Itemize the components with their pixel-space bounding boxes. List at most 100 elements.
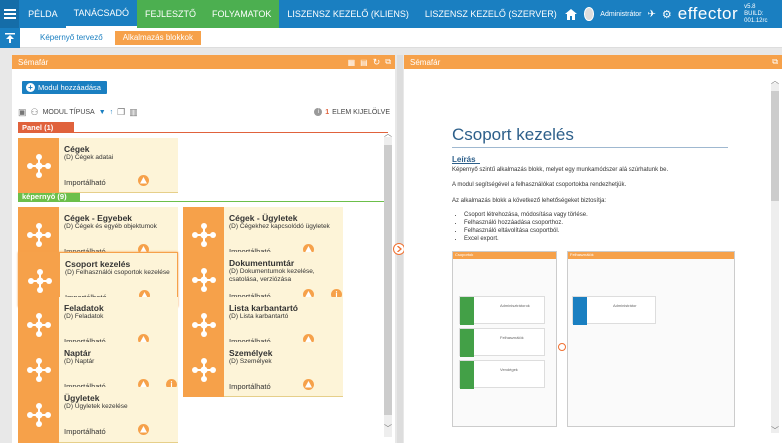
logo: effector [677, 4, 739, 23]
card-status: Importálható [64, 427, 106, 436]
list-item: Excel export. [464, 235, 588, 243]
home-icon[interactable] [565, 5, 578, 23]
card-status: Importálható [64, 178, 106, 187]
card-subtitle: (D) Cégek és egyéb objektumok [64, 223, 157, 230]
card-subtitle: (D) Cégek adatai [64, 154, 114, 161]
preview-header: Felhasználók [568, 252, 734, 259]
pin-icon[interactable]: ✈ [648, 9, 656, 20]
nav-liszensz-kliens[interactable]: LISZENSZ KEZELŐ (KLIENS) [279, 0, 417, 28]
doc-paragraph: Az alkalmazás blokk a következő lehetősé… [452, 198, 607, 204]
preview-users-pane: Felhasználók Administrátor [567, 251, 735, 427]
preview-group-card: Adminisztrátorok [459, 296, 545, 325]
divider [18, 201, 388, 202]
tree-icon[interactable]: ▣ [18, 107, 27, 118]
warning-icon[interactable] [138, 175, 149, 186]
preview-groups-pane: Csoportok Adminisztrátorok Felhasználók … [452, 251, 557, 427]
table-view-icon[interactable]: ▤ [360, 58, 368, 67]
card-title: Naptár [64, 348, 91, 358]
scroll-down-icon[interactable]: ﹀ [771, 425, 779, 436]
list-item: Felhasználó eltávolítása csoportból. [464, 227, 588, 235]
card-subtitle: (D) Cégekhez kapcsolódó ügyletek [229, 223, 330, 230]
preview-group-label: Adminisztrátorok [500, 303, 530, 308]
warning-icon[interactable] [303, 379, 314, 390]
list-item: Felhasználó hozzáadása csoporthoz. [464, 219, 588, 227]
module-card-ugyletek[interactable]: Ügyletek (D) Ügyletek kezelése Importálh… [18, 387, 178, 443]
copy-icon[interactable]: ❐ [117, 107, 125, 118]
preview-header: Csoportok [453, 252, 556, 259]
warning-icon[interactable] [138, 424, 149, 435]
preview-group-card: Vendégek [459, 360, 545, 389]
right-panel: Sémafár ⧉ Csoport kezelés Leírás Képerny… [404, 55, 782, 443]
chevron-down-icon[interactable]: ▼ [99, 109, 106, 116]
card-subtitle: (D) Személyek [229, 358, 272, 365]
scrollbar-thumb[interactable] [384, 145, 392, 415]
add-module-button[interactable]: + Modul hozzáadása [22, 81, 107, 94]
gear-icon[interactable]: ⚙ [662, 8, 672, 21]
nav-folyamatok[interactable]: FOLYAMATOK [204, 0, 280, 28]
tab-kepernyo-tervezo[interactable]: Képernyő tervező [32, 33, 111, 42]
doc-title: Csoport kezelés [452, 125, 574, 144]
card-title: Feladatok [64, 303, 104, 313]
nav-pelda[interactable]: PÉLDA [19, 0, 66, 28]
grid-view-icon[interactable]: ▦ [348, 58, 356, 67]
scrollbar-thumb[interactable] [771, 91, 779, 201]
card-title: Lista karbantartó [229, 303, 298, 313]
scroll-down-icon[interactable]: ﹀ [384, 423, 392, 434]
card-title: Cégek - Ügyletek [229, 213, 298, 223]
external-link-icon[interactable]: ⧉ [772, 57, 778, 67]
group-icon[interactable]: ⚇ [31, 107, 39, 118]
user-name[interactable]: Administrátor [600, 11, 641, 18]
card-subtitle: (D) Naptár [64, 358, 95, 365]
nav-tanacsado[interactable]: TANÁCSADÓ [65, 0, 137, 28]
preview-group-label: Vendégek [500, 367, 518, 372]
section-panel[interactable]: Panel (1) [18, 122, 74, 132]
doc-title-underline [452, 147, 728, 148]
filter-toolbar: ▣ ⚇ MODUL TÍPUSA ▼ ↑ ❐ ▥ i 1 ELEM KIJELÖ… [18, 105, 390, 119]
top-navbar: PÉLDA TANÁCSADÓ FEJLESZTŐ FOLYAMATOK LIS… [0, 0, 782, 28]
scroll-up-icon[interactable]: ︿ [771, 75, 779, 86]
card-title: Cégek [64, 144, 90, 154]
filter-label[interactable]: MODUL TÍPUSA [43, 109, 95, 116]
list-item: Csoport létrehozása, módosítása vagy tör… [464, 211, 588, 219]
heading-underline [452, 163, 480, 164]
divider [18, 132, 388, 133]
collapse-up-icon[interactable] [0, 27, 20, 48]
add-module-label: Modul hozzáadása [38, 83, 101, 92]
card-title: Dokumentumtár [229, 258, 295, 268]
sort-icon[interactable]: ↑ [110, 109, 114, 116]
preview-group-label: Felhasználók [500, 335, 524, 340]
external-link-icon[interactable]: ⧉ [385, 57, 391, 67]
avatar[interactable] [583, 7, 595, 21]
selected-count: 1 [325, 108, 330, 116]
nav-fejleszto[interactable]: FEJLESZTŐ [137, 0, 205, 28]
card-subtitle: (D) Dokumentumok kezelése, csatolása, ve… [229, 268, 315, 283]
module-card-cegek[interactable]: Cégek (D) Cégek adatai Importálható [18, 138, 178, 193]
feature-list: Csoport létrehozása, módosítása vagy tör… [464, 211, 588, 243]
left-tab-semafar[interactable]: Sémafár [12, 55, 55, 69]
card-title: Ügyletek [64, 393, 100, 403]
nav-liszensz-szerver[interactable]: LISZENSZ KEZELŐ (SZERVER) [417, 0, 565, 28]
doc-paragraph: Képernyő szintű alkalmazás blokk, melyet… [452, 167, 669, 173]
download-icon[interactable] [214, 384, 224, 394]
left-panel-header: Sémafár ▦ ▤ ↻ ⧉ [12, 55, 395, 69]
menu-icon[interactable] [0, 0, 20, 28]
card-title: Csoport kezelés [65, 259, 131, 269]
left-panel: Sémafár ▦ ▤ ↻ ⧉ + Modul hozzáadása ▣ ⚇ M… [12, 55, 395, 443]
card-subtitle: (D) Lista karbantartó [229, 313, 289, 320]
download-icon[interactable] [49, 180, 59, 190]
right-tab-semafar[interactable]: Sémafár [404, 55, 447, 69]
preview-arrow-icon [558, 343, 566, 351]
card-title: Személyek [229, 348, 273, 358]
refresh-icon[interactable]: ↻ [373, 57, 381, 68]
card-subtitle: (D) Felhasználói csoportok kezelése [65, 269, 170, 276]
module-card-szemelyek[interactable]: Személyek (D) Személyek Importálható [183, 342, 343, 397]
panel-icon[interactable]: ▥ [129, 107, 138, 118]
sub-navbar: Képernyő tervező Alkalmazás blokkok [0, 27, 782, 48]
preview-user-label: Administrátor [613, 303, 637, 308]
download-icon[interactable] [49, 429, 59, 439]
group-icon [460, 329, 474, 357]
card-subtitle: (D) Ügyletek kezelése [64, 403, 128, 410]
tab-alkalmazas-blokkok[interactable]: Alkalmazás blokkok [114, 30, 201, 45]
scroll-up-icon[interactable]: ︿ [384, 128, 392, 139]
group-icon [460, 361, 474, 389]
